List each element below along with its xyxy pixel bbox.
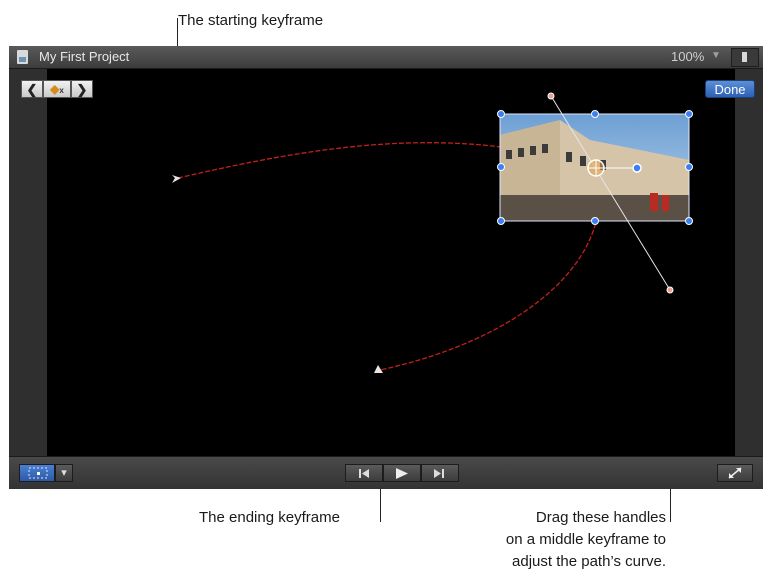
- bezier-handle-top: [547, 92, 555, 100]
- rotation-handle: [632, 163, 642, 173]
- motion-path-overlay: [172, 92, 693, 373]
- start-keyframe-marker: [172, 175, 181, 183]
- bezier-handle-bottom: [666, 286, 674, 294]
